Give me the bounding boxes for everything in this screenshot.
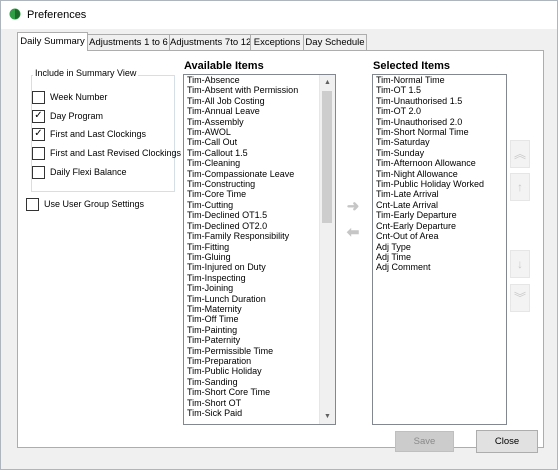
- list-item[interactable]: Tim-Early Departure: [373, 210, 506, 220]
- available-items-scrollbar[interactable]: ▲ ▼: [319, 75, 335, 424]
- list-item[interactable]: Tim-Joining: [184, 283, 335, 293]
- use-user-group-label: Use User Group Settings: [44, 199, 145, 209]
- close-button[interactable]: Close: [476, 430, 538, 453]
- first-last-clockings-label: First and Last Clockings: [50, 129, 147, 139]
- list-item[interactable]: Adj Type: [373, 242, 506, 252]
- list-item[interactable]: Tim-AWOL: [184, 127, 335, 137]
- list-item[interactable]: Tim-Short OT: [184, 398, 335, 408]
- use-user-group-checkbox[interactable]: [26, 198, 39, 211]
- list-item[interactable]: Cnt-Late Arrival: [373, 200, 506, 210]
- tab-adjustments-1-to-6[interactable]: Adjustments 1 to 6: [87, 34, 170, 50]
- selected-items-header: Selected Items: [373, 60, 451, 72]
- list-item[interactable]: Tim-Sick Paid: [184, 408, 335, 418]
- selected-items-container: Tim-Normal Time Tim-OT 1.5 Tim-Unauthorise…: [373, 75, 506, 273]
- list-item[interactable]: Tim-Fitting: [184, 242, 335, 252]
- first-last-revised-label: First and Last Revised Clockings: [50, 148, 182, 158]
- week-number-checkbox[interactable]: [32, 91, 45, 104]
- list-item[interactable]: Tim-Injured on Duty: [184, 262, 335, 272]
- available-items-header: Available Items: [184, 60, 264, 72]
- move-bottom-icon[interactable]: ︾: [510, 284, 530, 312]
- list-item[interactable]: Tim-Core Time: [184, 189, 335, 199]
- list-item[interactable]: Tim-Call Out: [184, 137, 335, 147]
- window-title: Preferences: [27, 9, 87, 21]
- daily-summary-panel: Include in Summary View Week Number ✓ Da…: [17, 50, 544, 448]
- tab-day-schedule[interactable]: Day Schedule: [303, 34, 367, 50]
- list-item[interactable]: Tim-Afternoon Allowance: [373, 158, 506, 168]
- list-item[interactable]: Tim-Preparation: [184, 356, 335, 366]
- list-item[interactable]: Tim-Lunch Duration: [184, 294, 335, 304]
- list-item[interactable]: Tim-Short Normal Time: [373, 127, 506, 137]
- first-last-clockings-checkbox[interactable]: ✓: [32, 128, 45, 141]
- list-item[interactable]: Tim-Gluing: [184, 252, 335, 262]
- remove-item-arrow-icon[interactable]: ⬅: [340, 223, 366, 243]
- tab-adjustments-7-to-12[interactable]: Adjustments 7to 12: [169, 34, 251, 50]
- selected-items-list[interactable]: Tim-Normal Time Tim-OT 1.5 Tim-Unauthorise…: [372, 74, 507, 425]
- list-item[interactable]: Tim-Absent with Permission: [184, 85, 335, 95]
- list-item[interactable]: Cnt-Early Departure: [373, 221, 506, 231]
- scroll-thumb[interactable]: [322, 91, 332, 223]
- list-item[interactable]: Tim-Unauthorised 2.0: [373, 117, 506, 127]
- list-item[interactable]: Tim-Painting: [184, 325, 335, 335]
- list-item[interactable]: Tim-OT 2.0: [373, 106, 506, 116]
- list-item[interactable]: Cnt-Out of Area: [373, 231, 506, 241]
- list-item[interactable]: Tim-Night Allowance: [373, 169, 506, 179]
- daily-flexi-balance-label: Daily Flexi Balance: [50, 167, 127, 177]
- preferences-window: Preferences Daily Summary Adjustments 1 …: [0, 0, 558, 470]
- list-item[interactable]: Tim-Inspecting: [184, 273, 335, 283]
- list-item[interactable]: Adj Time: [373, 252, 506, 262]
- list-item[interactable]: Tim-Declined OT2.0: [184, 221, 335, 231]
- list-item[interactable]: Tim-Unauthorised 1.5: [373, 96, 506, 106]
- list-item[interactable]: Tim-All Job Costing: [184, 96, 335, 106]
- day-program-checkbox[interactable]: ✓: [32, 110, 45, 123]
- tab-exceptions[interactable]: Exceptions: [250, 34, 304, 50]
- first-last-revised-checkbox[interactable]: [32, 147, 45, 160]
- dialog-body: Daily Summary Adjustments 1 to 6 Adjustm…: [1, 29, 557, 469]
- list-item[interactable]: Tim-Family Responsibility: [184, 231, 335, 241]
- list-item[interactable]: Tim-Off Time: [184, 314, 335, 324]
- list-item[interactable]: Tim-Saturday: [373, 137, 506, 147]
- add-item-arrow-icon[interactable]: ➜: [340, 197, 366, 217]
- list-item[interactable]: Tim-Callout 1.5: [184, 148, 335, 158]
- list-item[interactable]: Tim-Public Holiday Worked: [373, 179, 506, 189]
- daily-flexi-balance-checkbox[interactable]: [32, 166, 45, 179]
- move-top-icon[interactable]: ︽: [510, 140, 530, 168]
- list-item[interactable]: Tim-Maternity: [184, 304, 335, 314]
- list-item[interactable]: Tim-Sanding: [184, 377, 335, 387]
- list-item[interactable]: Tim-Public Holiday: [184, 366, 335, 376]
- list-item[interactable]: Tim-Annual Leave: [184, 106, 335, 116]
- scroll-down-icon[interactable]: ▼: [320, 409, 335, 424]
- save-button[interactable]: Save: [395, 431, 454, 452]
- summary-view-group-legend: Include in Summary View: [33, 68, 139, 78]
- list-item[interactable]: Tim-Late Arrival: [373, 189, 506, 199]
- list-item[interactable]: Tim-OT 1.5: [373, 85, 506, 95]
- list-item[interactable]: Tim-Sunday: [373, 148, 506, 158]
- list-item[interactable]: Tim-Absence: [184, 75, 335, 85]
- list-item[interactable]: Tim-Permissible Time: [184, 346, 335, 356]
- available-items-list[interactable]: Tim-Absence Tim-Absent with Permission Tim…: [183, 74, 336, 425]
- list-item[interactable]: Tim-Short Core Time: [184, 387, 335, 397]
- list-item[interactable]: Tim-Normal Time: [373, 75, 506, 85]
- list-item[interactable]: Tim-Constructing: [184, 179, 335, 189]
- scroll-up-icon[interactable]: ▲: [320, 75, 335, 90]
- list-item[interactable]: Adj Comment: [373, 262, 506, 272]
- available-items-container: Tim-Absence Tim-Absent with Permission Tim…: [184, 75, 335, 418]
- app-icon: [9, 8, 21, 20]
- move-up-icon[interactable]: ↑: [510, 173, 530, 201]
- list-item[interactable]: Tim-Cleaning: [184, 158, 335, 168]
- list-item[interactable]: Tim-Paternity: [184, 335, 335, 345]
- list-item[interactable]: Tim-Cutting: [184, 200, 335, 210]
- move-down-icon[interactable]: ↓: [510, 250, 530, 278]
- title-bar[interactable]: Preferences: [1, 1, 557, 29]
- week-number-label: Week Number: [50, 92, 108, 102]
- tab-daily-summary[interactable]: Daily Summary: [17, 32, 88, 51]
- list-item[interactable]: Tim-Declined OT1.5: [184, 210, 335, 220]
- list-item[interactable]: Tim-Assembly: [184, 117, 335, 127]
- day-program-label: Day Program: [50, 111, 104, 121]
- list-item[interactable]: Tim-Compassionate Leave: [184, 169, 335, 179]
